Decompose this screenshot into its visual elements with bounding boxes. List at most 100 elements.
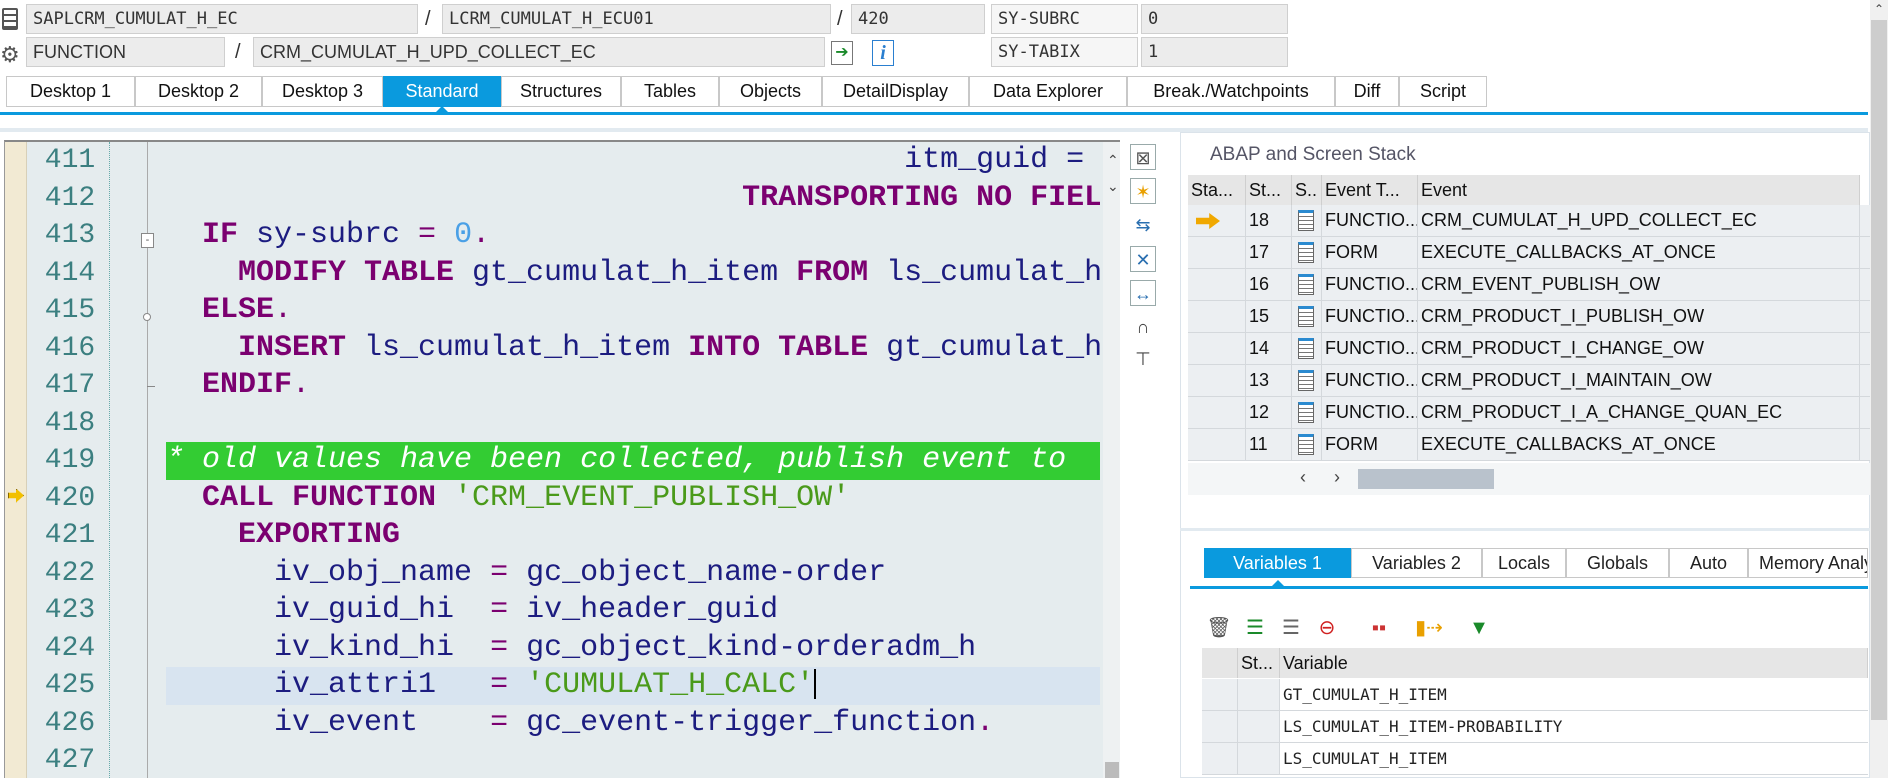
sy-subrc-value[interactable]: 0 [1141,4,1288,34]
tab-tables[interactable]: Tables [621,76,719,107]
code-line[interactable] [166,405,1100,443]
tab-script[interactable]: Script [1399,76,1487,107]
page-vertical-scrollbar[interactable]: ⌃ [1870,0,1888,778]
scroll-left-icon[interactable]: ‹ [1300,467,1306,488]
variable-name[interactable]: LS_CUMULAT_H_ITEM [1280,743,1868,774]
separator: / [235,41,241,63]
tab-locals[interactable]: Locals [1482,548,1566,578]
stack-status-cell [1188,269,1246,300]
scroll-thumb[interactable] [1871,20,1887,720]
scroll-down-icon[interactable]: ⌄ [1107,178,1119,195]
tab-globals[interactable]: Globals [1566,548,1669,578]
stack-row[interactable]: 17 FORM EXECUTE_CALLBACKS_AT_ONCE [1188,237,1870,269]
code-line[interactable]: TRANSPORTING NO FIELDS. [166,180,1100,218]
scroll-thumb[interactable] [1105,762,1119,778]
stack-col-header[interactable]: St... [1246,175,1292,205]
include-field[interactable]: LCRM_CUMULAT_H_ECU01 [442,4,831,34]
stack-row[interactable]: 16 FUNCTIO... CRM_EVENT_PUBLISH_OW [1188,269,1870,301]
code-line[interactable]: ENDIF. [166,367,1100,405]
sy-tabix-value[interactable]: 1 [1141,37,1288,67]
code-line[interactable]: iv_guid_hi = iv_header_guid [166,592,1100,630]
scroll-up-icon[interactable]: ⌃ [1107,152,1119,169]
services-tool-icon[interactable]: ∩ [1130,314,1156,340]
breakpoint-gutter[interactable] [5,142,27,778]
tab-detaildisplay[interactable]: DetailDisplay [822,76,969,107]
source-code-editor[interactable]: - itm_guid = TRANSPORTING NO FIELDS. IF … [4,140,1120,778]
row-selector[interactable] [1202,679,1238,710]
close-tool-icon[interactable]: ⊠ [1130,144,1156,170]
goto-source-icon[interactable]: ➔ [831,41,853,65]
code-vertical-scrollbar[interactable]: ⌃ ⌄ [1103,142,1120,778]
stack-col-header[interactable]: S.. [1292,175,1322,205]
transfer-icon[interactable]: ▮⇢ [1414,614,1444,642]
line-field[interactable]: 420 [851,4,985,34]
code-token: . [274,293,293,327]
variable-name[interactable]: GT_CUMULAT_H_ITEM [1280,679,1868,710]
stack-col-header[interactable]: Event [1418,175,1860,205]
tab-memory-analysis[interactable]: Memory Analysis [1748,548,1868,578]
tab-diff[interactable]: Diff [1335,76,1399,107]
code-line[interactable]: iv_kind_hi = gc_object_kind-orderadm_h [166,630,1100,668]
code-line[interactable]: iv_obj_name = gc_object_name-order [166,555,1100,593]
tab-break-watchpoints[interactable]: Break./Watchpoints [1127,76,1335,107]
select-green-icon[interactable]: ☰ [1240,614,1270,642]
code-line[interactable]: CALL FUNCTION 'CRM_EVENT_PUBLISH_OW' [166,480,1100,518]
row-selector[interactable] [1202,711,1238,742]
tab-variables-1[interactable]: Variables 1 [1204,548,1351,578]
stack-row[interactable]: 15 FUNCTIO... CRM_PRODUCT_I_PUBLISH_OW [1188,301,1870,333]
event-type-field[interactable]: FUNCTION [26,37,225,67]
variable-name[interactable]: LS_CUMULAT_H_ITEM-PROBABILITY [1280,711,1868,742]
tab-auto[interactable]: Auto [1669,548,1748,578]
stack-col-header[interactable]: Sta... [1188,175,1246,205]
comment-line[interactable]: * old values have been collected, publis… [166,442,1100,480]
stack-row[interactable]: 18 FUNCTIO... CRM_CUMULAT_H_UPD_COLLECT_EC [1188,205,1870,237]
settings-tool-icon[interactable]: ⊤ [1130,346,1156,372]
tab-objects[interactable]: Objects [719,76,822,107]
tab-desktop-2[interactable]: Desktop 2 [135,76,262,107]
code-line[interactable]: ELSE. [166,292,1100,330]
tab-variables-2[interactable]: Variables 2 [1351,548,1482,578]
code-line[interactable]: iv_event = gc_event-trigger_function. [166,705,1100,743]
compare-icon[interactable]: ▪▪ [1364,614,1394,642]
code-line[interactable]: IF sy-subrc = 0. [166,217,1100,255]
stack-col-header[interactable]: Event T... [1322,175,1418,205]
code-line[interactable]: MODIFY TABLE gt_cumulat_h_item FROM ls_c… [166,255,1100,293]
event-name-field[interactable]: CRM_CUMULAT_H_UPD_COLLECT_EC [253,37,825,67]
stack-row[interactable]: 14 FUNCTIO... CRM_PRODUCT_I_CHANGE_OW [1188,333,1870,365]
resize-tool-icon[interactable]: ↔ [1130,280,1156,306]
code-token: sy-subrc [238,218,419,252]
select-icon[interactable]: ☰ [1276,614,1306,642]
row-selector[interactable] [1202,743,1238,774]
delete-icon[interactable]: 🗑 [1204,614,1234,642]
tab-standard[interactable]: Standard [383,76,501,107]
tab-structures[interactable]: Structures [501,76,621,107]
fold-end-marker [147,386,155,387]
variable-row[interactable]: LS_CUMULAT_H_ITEM [1202,743,1868,775]
program-field[interactable]: SAPLCRM_CUMULAT_H_EC [26,4,418,34]
variable-row[interactable]: GT_CUMULAT_H_ITEM [1202,679,1868,711]
remove-icon[interactable]: ⊖ [1312,614,1342,642]
var-tab-underline [1190,586,1868,589]
code-line[interactable]: iv_attri1 = 'CUMULAT_H_CALC' [166,667,1100,705]
code-line[interactable]: itm_guid = [166,142,1100,180]
fold-collapse-icon[interactable]: - [141,233,154,248]
maximize-tool-icon[interactable]: ✕ [1130,246,1156,272]
scroll-thumb[interactable] [1358,469,1494,489]
variable-row[interactable]: LS_CUMULAT_H_ITEM-PROBABILITY [1202,711,1868,743]
stack-row[interactable]: 13 FUNCTIO... CRM_PRODUCT_I_MAINTAIN_OW [1188,365,1870,397]
stack-hscrollbar[interactable]: ‹ › [1188,463,1870,495]
scroll-right-icon[interactable]: › [1334,467,1340,488]
code-line[interactable]: INSERT ls_cumulat_h_item INTO TABLE gt_c… [166,330,1100,368]
scroll-up-icon[interactable]: ⌃ [1874,2,1884,16]
tab-data-explorer[interactable]: Data Explorer [969,76,1127,107]
new-tool-icon[interactable]: ✶ [1130,178,1156,204]
code-line[interactable] [166,742,1100,778]
code-line[interactable]: EXPORTING [166,517,1100,555]
tab-desktop-1[interactable]: Desktop 1 [6,76,135,107]
stack-row[interactable]: 12 FUNCTIO... CRM_PRODUCT_I_A_CHANGE_QUAN_… [1188,397,1870,429]
tab-desktop-3[interactable]: Desktop 3 [262,76,383,107]
filter-icon[interactable]: ▼ [1464,614,1494,642]
info-icon[interactable]: i [872,40,894,66]
swap-tool-icon[interactable]: ⇆ [1130,212,1156,238]
stack-row[interactable]: 11 FORM EXECUTE_CALLBACKS_AT_ONCE [1188,429,1870,461]
